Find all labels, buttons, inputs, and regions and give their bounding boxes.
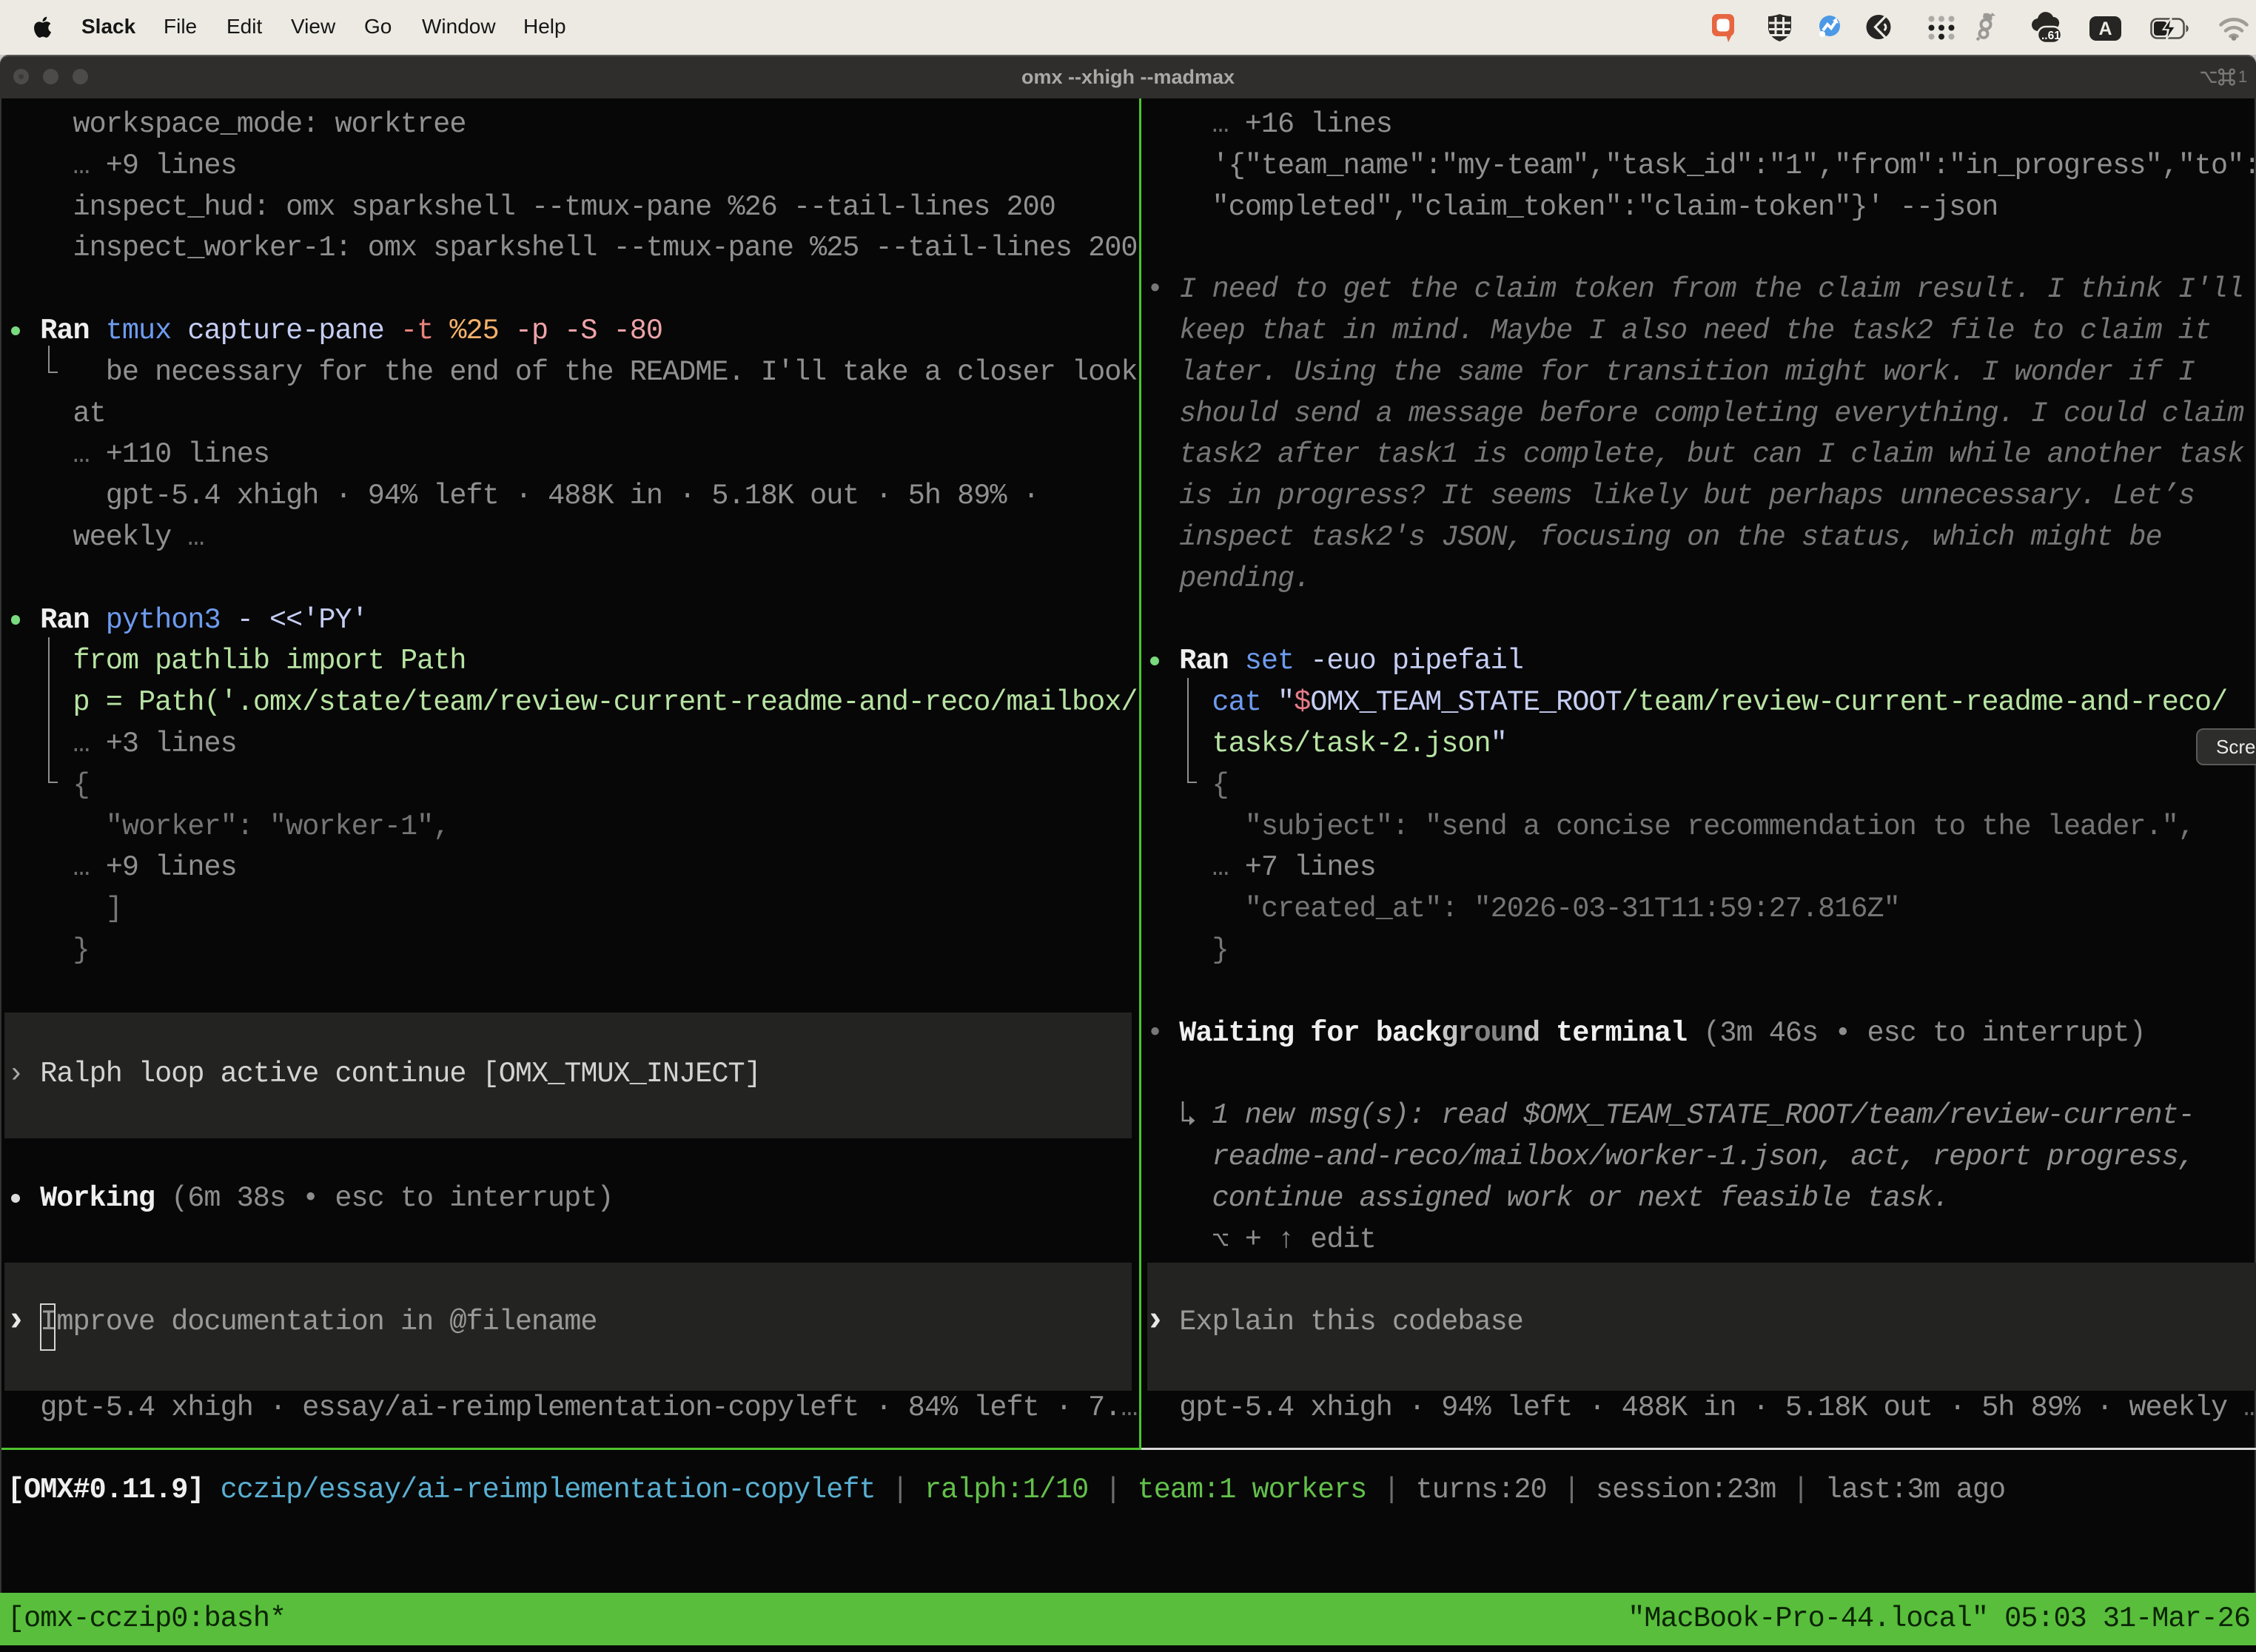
svg-text:..61: ..61 [2041, 30, 2061, 42]
svg-text:1: 1 [2238, 68, 2247, 86]
svg-text:A: A [2098, 19, 2112, 39]
